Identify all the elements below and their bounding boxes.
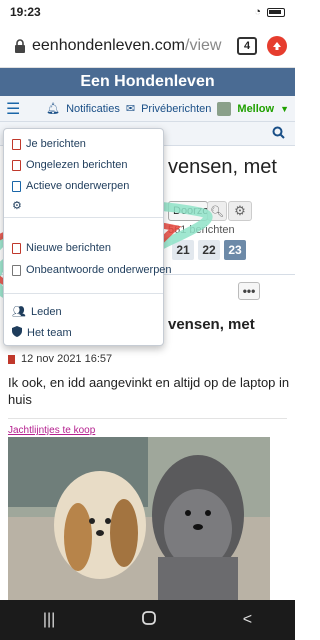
browser-update-icon[interactable]: [267, 35, 287, 56]
dropdown-item-onbeantwoorde-onderwerpen[interactable]: Onbeantwoorde onderwerpen: [12, 264, 172, 276]
lock-icon[interactable]: [8, 38, 32, 53]
page-link[interactable]: 22: [198, 240, 220, 260]
post-body: Ik ook, en idd aangevinkt en altijd op d…: [8, 375, 290, 407]
gears-icon: ⚙: [12, 200, 22, 212]
hamburger-menu-icon[interactable]: ☰: [6, 99, 24, 119]
dropdown-item-label: Het team: [27, 327, 72, 339]
post-icon: [8, 354, 15, 364]
dropdown-item-label: Ongelezen berichten: [26, 159, 128, 171]
topic-title[interactable]: vensen, met: [168, 156, 277, 179]
private-messages-link[interactable]: Privéberichten: [141, 103, 211, 115]
users-icon: 👥︎: [12, 306, 26, 318]
search-topic-button[interactable]: 🔍︎: [207, 201, 227, 221]
home-icon[interactable]: [141, 610, 157, 631]
url-host: eenhondenleven.com: [32, 36, 186, 54]
dropdown-item-nieuwe-berichten[interactable]: Nieuwe berichten: [12, 242, 111, 254]
status-time: 19:23: [10, 5, 41, 19]
quick-links-dropdown: Je berichten Ongelezen berichten Actieve…: [3, 128, 172, 346]
doc-icon: [12, 242, 21, 254]
navbar-right: 🔔︎ Notificaties ✉︎ Privéberichten Mellow…: [46, 101, 289, 116]
dropdown-item-actieve-onderwerpen[interactable]: Actieve onderwerpen: [12, 180, 129, 192]
status-bar: 19:23 ◔: [0, 0, 295, 24]
post-count: 561 berichten: [168, 224, 235, 236]
post-title[interactable]: vensen, met: [168, 316, 255, 333]
shield-icon: [12, 326, 22, 340]
gear-icon[interactable]: ⚙: [228, 201, 252, 221]
dropdown-item-label: Onbeantwoorde onderwerpen: [26, 264, 172, 276]
dropdown-item-je-berichten[interactable]: Je berichten: [12, 138, 86, 150]
battery-icon: [267, 7, 285, 17]
avatar[interactable]: [217, 101, 232, 116]
doc-icon: [12, 264, 21, 276]
dropdown-item-label: Leden: [30, 305, 62, 318]
browser-address-bar: eenhondenleven.com/view 4: [0, 24, 295, 68]
envelope-icon: ✉︎: [125, 103, 136, 115]
pagination: 21 22 23: [172, 240, 246, 260]
signature-divider: [8, 418, 287, 419]
dropdown-item-het-team[interactable]: Het team: [12, 326, 72, 340]
system-icons: ◔: [254, 6, 285, 18]
dropdown-item-ongelezen-berichten[interactable]: Ongelezen berichten: [12, 159, 128, 171]
dropdown-separator: [4, 217, 163, 218]
dropdown-separator: [4, 293, 163, 294]
dropdown-item-label: Actieve onderwerpen: [26, 180, 130, 192]
bell-icon: 🔔︎: [46, 103, 61, 115]
forum-navbar: ☰ 🔔︎ Notificaties ✉︎ Privéberichten Mell…: [0, 96, 295, 122]
doc-icon: [12, 138, 21, 150]
site-title[interactable]: Een Hondenleven: [80, 73, 214, 91]
dropdown-item-tools[interactable]: ⚙: [12, 199, 27, 212]
page-link-active[interactable]: 23: [224, 240, 246, 260]
post-image[interactable]: [8, 437, 270, 600]
android-nav-bar: ||| <: [0, 600, 295, 640]
dropdown-item-label: Je berichten: [26, 138, 86, 150]
signature-link[interactable]: Jachtlijntjes te koop: [8, 425, 95, 436]
page-link[interactable]: 21: [172, 240, 194, 260]
doc-icon: [12, 159, 21, 171]
doc-icon: [12, 180, 21, 192]
recent-apps-icon[interactable]: |||: [43, 611, 55, 629]
url-path: /view: [185, 36, 222, 54]
site-header: Een Hondenleven: [0, 68, 295, 96]
notifications-link[interactable]: Notificaties: [66, 103, 120, 115]
dropdown-item-leden[interactable]: 👥︎ Leden: [12, 305, 62, 319]
search-icon[interactable]: [272, 126, 285, 142]
post-actions-button[interactable]: •••: [238, 282, 260, 300]
tab-switcher-button[interactable]: 4: [237, 36, 257, 55]
caret-down-icon[interactable]: ▼: [280, 104, 289, 114]
post-date: 12 nov 2021 16:57: [21, 353, 113, 365]
post-meta: 12 nov 2021 16:57: [8, 353, 112, 365]
search-topic-input[interactable]: Doorzoe: [168, 201, 208, 221]
back-icon[interactable]: <: [243, 611, 252, 629]
dropdown-item-label: Nieuwe berichten: [26, 242, 111, 254]
username-link[interactable]: Mellow: [237, 103, 274, 115]
url-field[interactable]: eenhondenleven.com/view: [32, 37, 227, 55]
wifi-icon: ◔: [254, 6, 261, 18]
